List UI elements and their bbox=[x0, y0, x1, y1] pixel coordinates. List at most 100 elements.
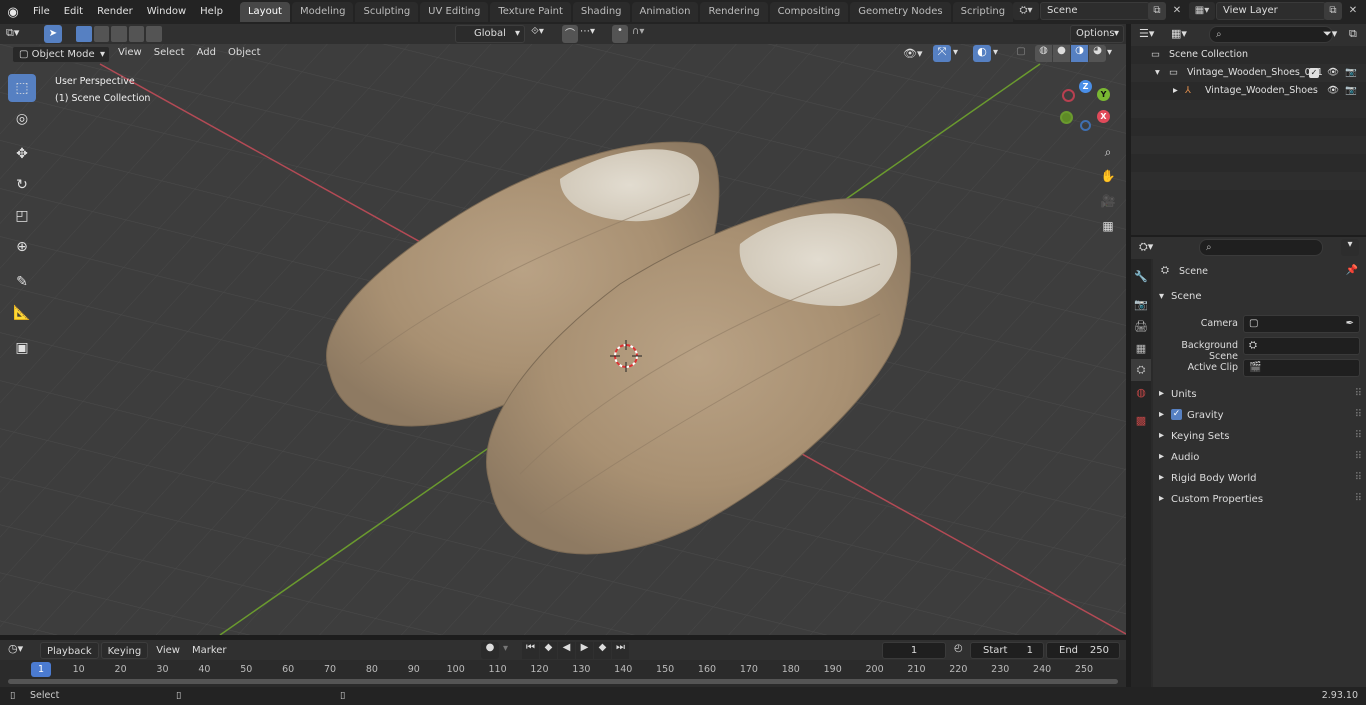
jump-keyframe-back-icon[interactable]: ◆ bbox=[540, 642, 557, 659]
camera-render-icon[interactable]: 📷 bbox=[1345, 82, 1357, 100]
drag-handle-icon[interactable]: ⠿ bbox=[1355, 493, 1362, 504]
background-scene-field[interactable]: ⛭ bbox=[1243, 337, 1360, 355]
timeline-editor[interactable]: ◷▾ Playback Keying View Marker ● ▾ ⏮ ◆ ◀ ▶ … bbox=[0, 640, 1126, 687]
add-cube-tool-icon[interactable]: ▣ bbox=[8, 334, 36, 362]
expand-arrow-icon[interactable]: ▾ bbox=[1155, 64, 1160, 82]
gravity-panel[interactable]: ▸ ✓ Gravity ⠿ bbox=[1157, 406, 1362, 426]
timeline-scrollbar[interactable] bbox=[8, 679, 1118, 684]
zoom-icon[interactable]: ⌕ bbox=[1097, 141, 1119, 163]
viewport-menu-object[interactable]: Object bbox=[222, 47, 267, 58]
scene-name-field[interactable]: Scene bbox=[1040, 2, 1150, 20]
play-reverse-icon[interactable]: ◀ bbox=[558, 642, 575, 659]
transform-orientation-dropdown[interactable]: Global ▾ bbox=[455, 25, 525, 43]
select-new-icon[interactable] bbox=[76, 26, 92, 42]
timeline-editor-type-icon[interactable]: ◷▾ bbox=[8, 642, 23, 655]
drag-handle-icon[interactable]: ⠿ bbox=[1355, 409, 1362, 420]
gizmo-x-axis[interactable]: X bbox=[1097, 110, 1110, 123]
proportional-edit-icon[interactable]: • bbox=[612, 25, 628, 43]
select-difference-icon[interactable] bbox=[128, 26, 145, 42]
viewport-menu-add[interactable]: Add bbox=[191, 47, 222, 58]
render-tab-icon[interactable]: 📷 bbox=[1131, 293, 1151, 315]
view-layer-tab-icon[interactable]: ▦ bbox=[1131, 337, 1151, 359]
menu-file[interactable]: File bbox=[26, 2, 57, 22]
new-scene-button[interactable]: ⧉ bbox=[1148, 2, 1166, 20]
gizmo-toggle-icon[interactable]: ⤧ bbox=[933, 45, 951, 62]
gravity-checkbox[interactable]: ✓ bbox=[1171, 409, 1182, 420]
snap-toggle-icon[interactable]: ⌒ bbox=[562, 25, 578, 43]
selection-mode-buttons[interactable] bbox=[76, 26, 162, 42]
delete-scene-button[interactable]: ✕ bbox=[1168, 2, 1186, 20]
timeline-menu-playback[interactable]: Playback bbox=[40, 642, 99, 659]
menu-help[interactable]: Help bbox=[193, 2, 230, 22]
eyedropper-icon[interactable]: ✒ bbox=[1346, 318, 1354, 329]
output-tab-icon[interactable]: 🖨 bbox=[1131, 315, 1151, 337]
camera-view-icon[interactable]: 🎥 bbox=[1097, 190, 1119, 212]
jump-end-icon[interactable]: ⏭ bbox=[612, 642, 629, 659]
timeline-ruler[interactable]: 1 10 20 30 40 50 60 70 80 90 100 110 120 130 140 150 160… bbox=[0, 662, 1126, 677]
scene-browse-icon[interactable]: ⛭▾ bbox=[1013, 2, 1039, 20]
3d-viewport[interactable]: ⬚ ◎ ✥ ↻ ◰ ⊕ ✎ 📐 ▣ User Perspective (1) S… bbox=[0, 44, 1126, 635]
outliner-object-row[interactable]: ▸ ⅄ Vintage_Wooden_Shoes 👁 📷 bbox=[1131, 82, 1366, 100]
editor-type-icon[interactable]: ⧉▾ bbox=[6, 26, 34, 42]
cursor-tool-icon[interactable]: ◎ bbox=[8, 105, 36, 133]
tab-layout[interactable]: Layout bbox=[239, 2, 290, 22]
overlay-menu-icon[interactable]: ▾ bbox=[993, 47, 998, 58]
tab-modeling[interactable]: Modeling bbox=[291, 2, 354, 22]
gizmo-neg-x-icon[interactable] bbox=[1062, 89, 1075, 102]
gizmo-menu-icon[interactable]: ▾ bbox=[953, 47, 958, 58]
view-layer-field[interactable]: View Layer bbox=[1216, 2, 1326, 20]
timeline-menu-view[interactable]: View bbox=[150, 642, 186, 659]
camera-field[interactable]: ▢ ✒ bbox=[1243, 315, 1360, 333]
delete-view-layer-button[interactable]: ✕ bbox=[1344, 2, 1362, 20]
keying-menu-icon[interactable]: ▾ bbox=[503, 643, 508, 654]
viewport-menu-select[interactable]: Select bbox=[148, 47, 191, 58]
world-tab-icon[interactable]: ◍ bbox=[1131, 381, 1151, 403]
stopwatch-icon[interactable]: ◴ bbox=[954, 643, 963, 654]
xray-toggle-icon[interactable]: ▢ bbox=[1013, 46, 1029, 62]
new-view-layer-button[interactable]: ⧉ bbox=[1324, 2, 1342, 20]
scale-tool-icon[interactable]: ◰ bbox=[8, 202, 36, 230]
gizmo-y-axis[interactable]: Y bbox=[1097, 88, 1110, 101]
select-tool-icon[interactable]: ➤ bbox=[44, 25, 62, 43]
shading-menu-icon[interactable]: ▾ bbox=[1107, 47, 1112, 58]
end-frame-field[interactable]: End 250 bbox=[1046, 642, 1120, 659]
jump-start-icon[interactable]: ⏮ bbox=[522, 642, 539, 659]
timeline-menu-marker[interactable]: Marker bbox=[186, 642, 233, 659]
measure-tool-icon[interactable]: 📐 bbox=[8, 299, 36, 327]
select-subtract-icon[interactable] bbox=[111, 26, 127, 42]
properties-search-input[interactable]: ⌕ bbox=[1199, 239, 1323, 256]
new-collection-icon[interactable]: ⧉ bbox=[1349, 27, 1357, 41]
units-panel[interactable]: ▸ Units ⠿ bbox=[1157, 385, 1362, 405]
tab-sculpting[interactable]: Sculpting bbox=[355, 2, 419, 22]
falloff-icon[interactable]: ∩▾ bbox=[632, 26, 658, 42]
visibility-icon[interactable]: 👁▾ bbox=[903, 47, 923, 60]
pivot-point-icon[interactable]: ⟐▾ bbox=[531, 26, 557, 42]
tab-compositing[interactable]: Compositing bbox=[769, 2, 849, 22]
gizmo-z-axis[interactable]: Z bbox=[1079, 80, 1092, 93]
rotate-tool-icon[interactable]: ↻ bbox=[8, 171, 36, 199]
outliner-search-input[interactable]: ⌕ bbox=[1209, 26, 1333, 43]
drag-handle-icon[interactable]: ⠿ bbox=[1355, 451, 1362, 462]
texture-tab-icon[interactable]: ▩ bbox=[1131, 409, 1151, 431]
custom-properties-panel[interactable]: ▸ Custom Properties ⠿ bbox=[1157, 490, 1362, 510]
rendered-shading-icon[interactable]: ◕ bbox=[1089, 45, 1106, 62]
properties-options-icon[interactable]: ▾ bbox=[1341, 239, 1359, 256]
menu-render[interactable]: Render bbox=[90, 2, 140, 22]
outliner-editor-type-icon[interactable]: ☰▾ bbox=[1139, 27, 1154, 40]
select-intersect-icon[interactable] bbox=[146, 26, 162, 42]
properties-editor-type-icon[interactable]: ⛭▾ bbox=[1139, 240, 1153, 254]
expand-arrow-icon[interactable]: ▸ bbox=[1173, 82, 1178, 100]
mode-dropdown[interactable]: ▢ Object Mode ▾ bbox=[12, 46, 110, 63]
timeline-menu-keying[interactable]: Keying bbox=[100, 642, 149, 659]
drag-handle-icon[interactable]: ⠿ bbox=[1355, 388, 1362, 399]
tab-shading[interactable]: Shading bbox=[572, 2, 630, 22]
select-extend-icon[interactable] bbox=[93, 26, 110, 42]
start-frame-field[interactable]: Start 1 bbox=[970, 642, 1044, 659]
gizmo-neg-y-icon[interactable] bbox=[1060, 111, 1073, 124]
eye-icon[interactable]: 👁 bbox=[1327, 82, 1339, 100]
annotate-tool-icon[interactable]: ✎ bbox=[8, 268, 36, 296]
pin-icon[interactable]: 📌 bbox=[1346, 265, 1358, 276]
audio-panel[interactable]: ▸ Audio ⠿ bbox=[1157, 448, 1362, 468]
viewport-menu-view[interactable]: View bbox=[112, 47, 148, 58]
tab-rendering[interactable]: Rendering bbox=[700, 2, 768, 22]
